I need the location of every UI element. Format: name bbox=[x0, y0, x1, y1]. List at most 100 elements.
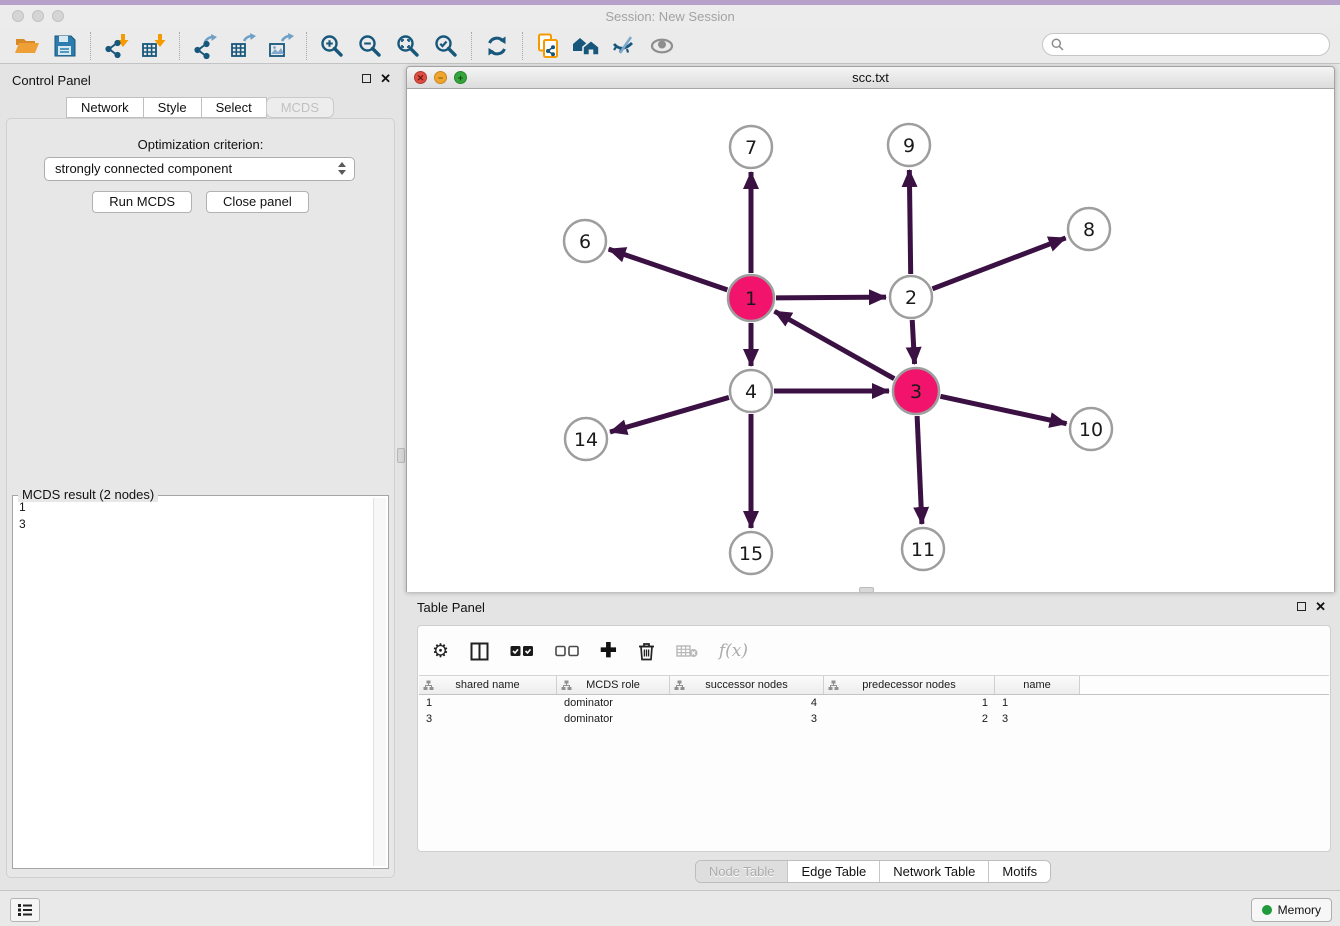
graph-node-11[interactable]: 11 bbox=[902, 528, 944, 570]
graph-node-9[interactable]: 9 bbox=[888, 124, 930, 166]
column-header-MCDS-role[interactable]: MCDS role bbox=[557, 676, 670, 694]
vertical-splitter-grip[interactable] bbox=[397, 448, 405, 463]
graph-node-1[interactable]: 1 bbox=[728, 275, 774, 321]
graph-node-7[interactable]: 7 bbox=[730, 126, 772, 168]
function-builder-button[interactable]: f(x) bbox=[719, 641, 748, 661]
float-panel-icon[interactable] bbox=[362, 74, 371, 83]
zoom-fit-button[interactable] bbox=[389, 30, 427, 62]
cell-name: 1 bbox=[995, 695, 1080, 711]
save-session-button[interactable] bbox=[46, 30, 84, 62]
edge-4-14[interactable] bbox=[610, 397, 729, 432]
cell-predecessor-nodes: 2 bbox=[824, 711, 995, 727]
export-network-button[interactable] bbox=[186, 30, 224, 62]
tab-motifs[interactable]: Motifs bbox=[988, 861, 1050, 882]
first-neighbors-button[interactable] bbox=[567, 30, 605, 62]
edge-1-2[interactable] bbox=[776, 297, 886, 298]
table-row[interactable]: 1dominator411 bbox=[419, 695, 1329, 711]
graph-node-8[interactable]: 8 bbox=[1068, 208, 1110, 250]
edge-3-1[interactable] bbox=[775, 311, 895, 378]
tab-style[interactable]: Style bbox=[143, 97, 202, 118]
cell-shared-name: 3 bbox=[419, 711, 557, 727]
refresh-layout-button[interactable] bbox=[478, 30, 516, 62]
mcds-tab-content: Optimization criterion: strongly connect… bbox=[6, 118, 395, 878]
edge-3-11[interactable] bbox=[917, 416, 922, 524]
table-row[interactable]: 3dominator323 bbox=[419, 711, 1329, 727]
column-visibility-button[interactable] bbox=[470, 642, 489, 661]
svg-text:6: 6 bbox=[579, 231, 591, 253]
import-network-icon bbox=[103, 33, 129, 59]
delete-table-icon bbox=[676, 644, 698, 658]
svg-text:9: 9 bbox=[903, 135, 915, 157]
memory-label: Memory bbox=[1278, 903, 1321, 917]
clone-network-button[interactable] bbox=[529, 30, 567, 62]
graph-node-4[interactable]: 4 bbox=[730, 370, 772, 412]
search-field[interactable] bbox=[1042, 33, 1330, 56]
graph-node-15[interactable]: 15 bbox=[730, 532, 772, 574]
table-options-button[interactable]: ⚙︎ bbox=[432, 640, 449, 663]
toolbar-separator bbox=[471, 32, 472, 60]
import-table-button[interactable] bbox=[135, 30, 173, 62]
edge-2-8[interactable] bbox=[932, 238, 1065, 289]
zoom-selected-button[interactable] bbox=[427, 30, 465, 62]
add-column-button[interactable]: ✚ bbox=[600, 641, 617, 661]
graph-node-14[interactable]: 14 bbox=[565, 418, 607, 460]
edge-3-10[interactable] bbox=[940, 396, 1066, 423]
tab-edge-table[interactable]: Edge Table bbox=[787, 861, 879, 882]
import-network-button[interactable] bbox=[97, 30, 135, 62]
tab-mcds[interactable]: MCDS bbox=[266, 97, 334, 118]
tab-select[interactable]: Select bbox=[201, 97, 267, 118]
network-canvas[interactable]: 1 2 3 4 6 7 8 9 10 11 14 15 bbox=[407, 89, 1334, 592]
task-history-button[interactable] bbox=[10, 898, 40, 922]
horizontal-splitter-grip[interactable] bbox=[859, 587, 874, 593]
memory-button[interactable]: Memory bbox=[1251, 898, 1332, 922]
select-all-button[interactable] bbox=[510, 645, 534, 657]
export-table-button[interactable] bbox=[224, 30, 262, 62]
graph-node-2[interactable]: 2 bbox=[890, 276, 932, 318]
close-panel-button[interactable]: Close panel bbox=[206, 191, 309, 213]
result-scrollbar[interactable] bbox=[373, 498, 386, 866]
zoom-out-button[interactable] bbox=[351, 30, 389, 62]
tab-node-table[interactable]: Node Table bbox=[696, 861, 788, 882]
criterion-value: strongly connected component bbox=[55, 161, 232, 176]
cell-MCDS-role: dominator bbox=[557, 695, 670, 711]
search-input[interactable] bbox=[1069, 38, 1309, 52]
deselect-all-button[interactable] bbox=[555, 645, 579, 657]
edge-2-9[interactable] bbox=[909, 170, 910, 274]
column-header-shared-name[interactable]: shared name bbox=[419, 676, 557, 694]
criterion-dropdown[interactable]: strongly connected component bbox=[44, 157, 355, 181]
column-header-name[interactable]: name bbox=[995, 676, 1080, 694]
export-image-button[interactable] bbox=[262, 30, 300, 62]
delete-table-button[interactable] bbox=[676, 644, 698, 658]
network-window-titlebar[interactable]: ✕ − + scc.txt bbox=[407, 67, 1334, 89]
edge-1-6[interactable] bbox=[609, 249, 728, 290]
open-session-button[interactable] bbox=[8, 30, 46, 62]
search-icon bbox=[1051, 38, 1064, 51]
edge-2-3[interactable] bbox=[912, 320, 914, 364]
svg-text:10: 10 bbox=[1079, 419, 1103, 441]
close-table-panel-icon[interactable]: ✕ bbox=[1315, 601, 1326, 612]
mcds-result-text: 1 3 bbox=[15, 499, 372, 866]
graph-node-6[interactable]: 6 bbox=[564, 220, 606, 262]
table-container: ⚙︎ ✚ bbox=[417, 625, 1331, 852]
app-titlebar: Session: New Session bbox=[0, 5, 1340, 28]
svg-text:3: 3 bbox=[910, 381, 922, 403]
column-type-icon bbox=[561, 680, 572, 691]
column-header-successor-nodes[interactable]: successor nodes bbox=[670, 676, 824, 694]
float-table-panel-icon[interactable] bbox=[1297, 602, 1306, 611]
delete-column-button[interactable] bbox=[638, 642, 655, 661]
unchecked-boxes-icon bbox=[555, 645, 579, 657]
zoom-in-button[interactable] bbox=[313, 30, 351, 62]
close-panel-icon[interactable]: ✕ bbox=[380, 73, 391, 84]
run-mcds-button[interactable]: Run MCDS bbox=[92, 191, 192, 213]
tab-network[interactable]: Network bbox=[66, 97, 144, 118]
column-header-predecessor-nodes[interactable]: predecessor nodes bbox=[824, 676, 995, 694]
hide-selected-button[interactable] bbox=[605, 30, 643, 62]
export-network-icon bbox=[192, 33, 218, 59]
show-hidden-button[interactable] bbox=[643, 30, 681, 62]
network-view-window: ✕ − + scc.txt 1 2 3 4 6 7 8 9 10 11 14 15 bbox=[406, 66, 1335, 592]
table-body: 1dominator4113dominator323 bbox=[419, 695, 1329, 727]
tab-network-table[interactable]: Network Table bbox=[879, 861, 988, 882]
network-window-title: scc.txt bbox=[407, 70, 1334, 85]
graph-node-10[interactable]: 10 bbox=[1070, 408, 1112, 450]
graph-node-3[interactable]: 3 bbox=[893, 368, 939, 414]
